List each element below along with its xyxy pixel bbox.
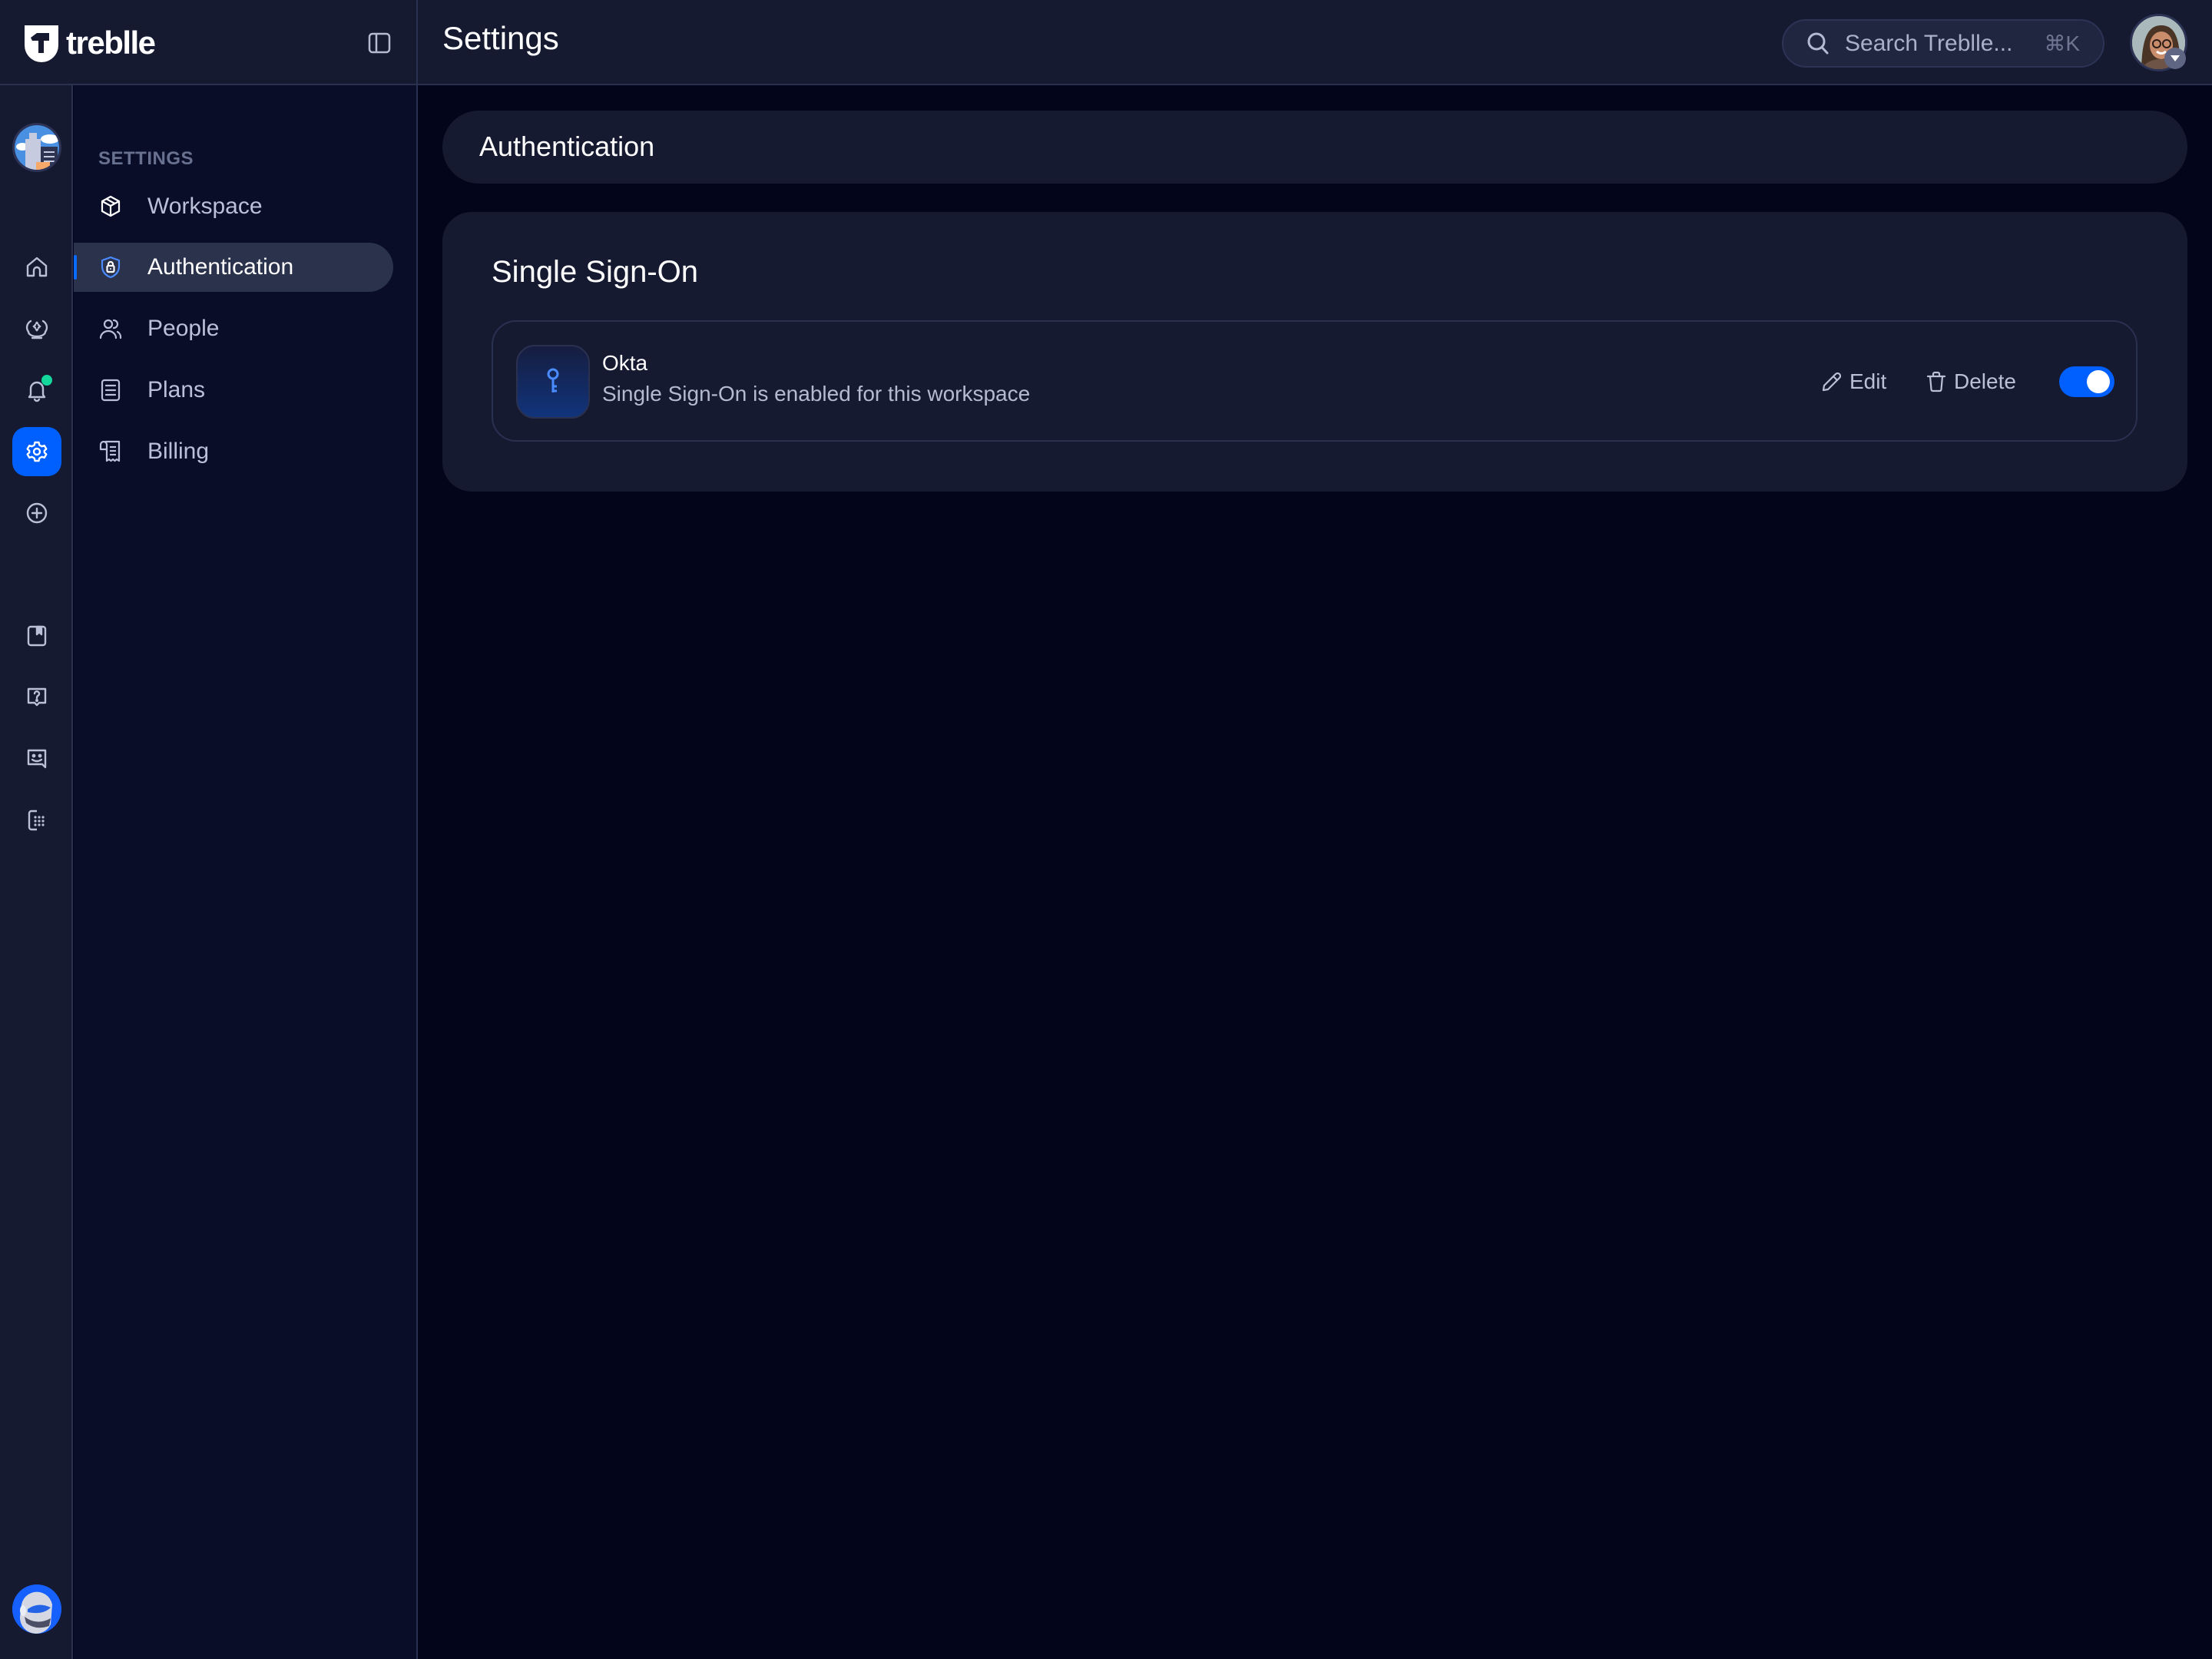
- bot-icon: [12, 1584, 61, 1634]
- home-icon: [26, 257, 48, 277]
- sidebar-item-people[interactable]: People: [74, 304, 393, 353]
- sso-enabled-toggle[interactable]: [2059, 366, 2114, 397]
- sidebar-section-label: SETTINGS: [98, 148, 194, 169]
- sso-card-title: Single Sign-On: [492, 255, 699, 289]
- rail-docs[interactable]: [12, 611, 61, 661]
- rail-settings[interactable]: [12, 427, 61, 476]
- assistant-bot-avatar[interactable]: [12, 1584, 61, 1634]
- key-icon: [547, 368, 559, 392]
- edit-button[interactable]: Edit: [1820, 366, 1886, 397]
- page-title: Settings: [442, 20, 559, 56]
- sidebar-item-label: People: [147, 316, 220, 341]
- search-placeholder: Search Treblle...: [1845, 30, 2013, 56]
- monitor-icon: [25, 320, 48, 339]
- top-header: treblle Settings Search Treblle... ⌘K: [0, 0, 2212, 85]
- rail-feedback[interactable]: [12, 734, 61, 783]
- brand-name: treblle: [66, 25, 156, 61]
- rail-notifications[interactable]: [12, 366, 61, 415]
- edit-label: Edit: [1849, 369, 1887, 393]
- pencil-icon: [1822, 372, 1842, 392]
- delete-label: Delete: [1954, 369, 2016, 393]
- help-bubble-icon: [27, 687, 47, 707]
- treblle-logo-icon: [25, 25, 58, 62]
- sidebar-item-label: Authentication: [147, 254, 294, 280]
- rail-api-monitor[interactable]: [12, 304, 61, 353]
- gear-icon: [26, 441, 48, 462]
- icon-rail: [0, 85, 73, 1659]
- section-title: Authentication: [479, 131, 655, 162]
- settings-sidebar: SETTINGS Workspace Authentication People: [74, 85, 416, 1659]
- sidebar-item-billing[interactable]: Billing: [74, 427, 393, 476]
- rail-apps[interactable]: [12, 796, 61, 845]
- treblle-logo[interactable]: treblle: [23, 23, 156, 63]
- sidebar-item-workspace[interactable]: Workspace: [74, 182, 393, 231]
- plus-circle-icon: [26, 502, 48, 524]
- workspace-avatar[interactable]: [12, 123, 61, 172]
- sidebar-toggle-icon[interactable]: [367, 31, 392, 55]
- active-indicator: [74, 255, 77, 280]
- dialpad-icon: [28, 810, 45, 831]
- section-header: Authentication: [442, 111, 2187, 184]
- sidebar-item-label: Plans: [147, 377, 206, 402]
- sidebar-item-label: Billing: [147, 439, 210, 464]
- toggle-knob: [2087, 370, 2110, 393]
- bookmark-icon: [27, 625, 47, 647]
- sidebar-item-authentication[interactable]: Authentication: [74, 243, 393, 292]
- trash-icon: [1926, 371, 1946, 392]
- provider-icon-box: [516, 345, 590, 419]
- sso-card: Single Sign-On Okta Single Sign-On is en…: [442, 212, 2187, 492]
- sso-provider-row: Okta Single Sign-On is enabled for this …: [492, 320, 2137, 442]
- users-icon: [99, 319, 122, 339]
- cube-icon: [101, 195, 121, 217]
- search-input[interactable]: Search Treblle... ⌘K: [1782, 19, 2104, 68]
- sidebar-item-plans[interactable]: Plans: [74, 366, 393, 415]
- document-list-icon: [101, 379, 121, 402]
- delete-button[interactable]: Delete: [1925, 366, 2016, 397]
- provider-description: Single Sign-On is enabled for this works…: [602, 382, 1031, 406]
- chat-smile-icon: [27, 749, 47, 769]
- search-shortcut: ⌘K: [2044, 31, 2080, 55]
- rail-help[interactable]: [12, 673, 61, 722]
- rail-home[interactable]: [12, 243, 61, 292]
- rail-add[interactable]: [12, 488, 61, 538]
- sidebar-item-label: Workspace: [147, 194, 263, 219]
- provider-name: Okta: [602, 351, 648, 375]
- search-icon: [1807, 32, 1829, 54]
- chevron-down-icon[interactable]: [2164, 48, 2186, 69]
- shield-lock-icon: [101, 256, 121, 279]
- workspace-avatar-image: [15, 125, 59, 170]
- notification-dot: [41, 375, 52, 386]
- sidebar-divider: [416, 0, 418, 1659]
- receipt-icon: [99, 440, 121, 462]
